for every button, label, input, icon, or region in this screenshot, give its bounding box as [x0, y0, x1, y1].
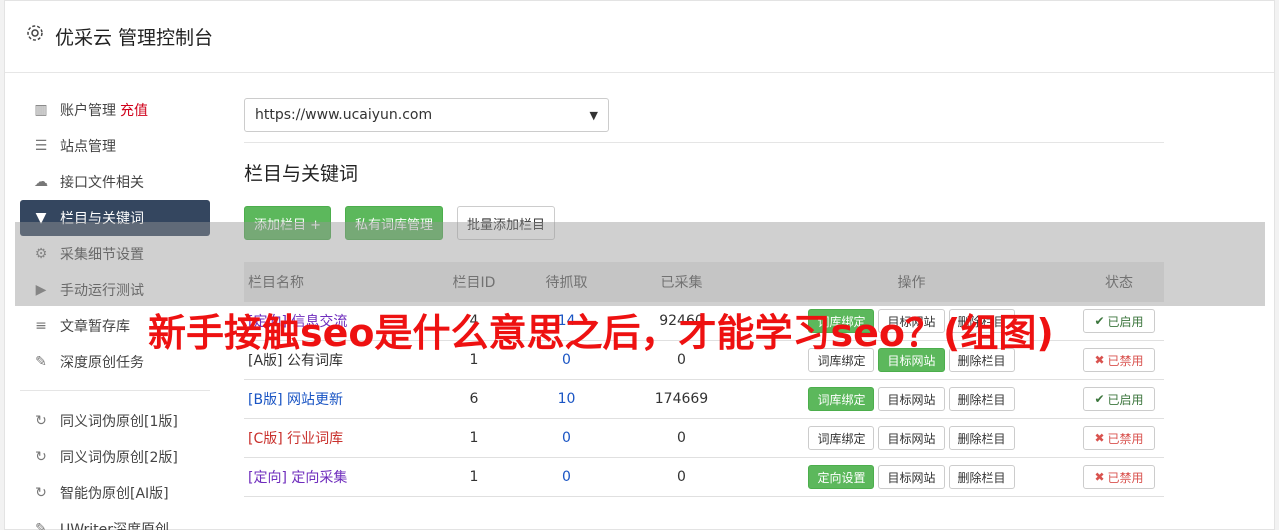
overlay-headline: 新手接触seo是什么意思之后，才能学习seo？(组图) [148, 311, 1054, 355]
sidebar-item-label: 深度原创任务 [60, 355, 144, 371]
page-title: 栏目与关键词 [244, 163, 359, 185]
status-toggle[interactable]: ✔ 已启用 [1083, 309, 1155, 333]
sidebar-item-synonym-v1[interactable]: ↻ 同义词伪原创[1版] [20, 403, 210, 439]
target-site-button[interactable]: 目标网站 [878, 387, 945, 411]
server-icon: ☰ [34, 138, 48, 154]
targeting-settings-button[interactable]: 定向设置 [808, 465, 875, 489]
sidebar-item-label: 接口文件相关 [60, 175, 144, 191]
table-row: [B版] 网站更新 6 10 174669 词库绑定 目标网站 删除栏目 ✔ 已启… [244, 380, 1164, 419]
bar-chart-icon: ▥ [34, 102, 48, 118]
sidebar-item-interface[interactable]: ☁ 接口文件相关 [20, 164, 210, 200]
edit-icon: ✎ [35, 354, 47, 370]
status-label: 已禁用 [1107, 470, 1144, 485]
target-site-button[interactable]: 目标网站 [878, 426, 945, 450]
status-toggle[interactable]: ✖ 已禁用 [1083, 348, 1155, 372]
refresh-icon: ↻ [35, 485, 47, 501]
divider [244, 142, 1164, 143]
sidebar-item-uwriter[interactable]: ✎ UWriter深度原创 [20, 511, 210, 530]
close-icon: ✖ [1094, 353, 1105, 367]
column-id: 6 [469, 391, 479, 407]
sidebar-item-label: 同义词伪原创[1版] [60, 414, 178, 430]
sidebar-item-label: 站点管理 [60, 139, 116, 155]
pending-count[interactable]: 10 [519, 391, 614, 407]
sidebar-item-synonym-v2[interactable]: ↻ 同义词伪原创[2版] [20, 439, 210, 475]
sidebar-item-label: 智能伪原创[AI版] [60, 486, 169, 502]
top-bar: 优采云 管理控制台 [5, 1, 1274, 73]
sidebar-item-ai-rewrite[interactable]: ↻ 智能伪原创[AI版] [20, 475, 210, 511]
sidebar-item-sites[interactable]: ☰ 站点管理 [20, 128, 210, 164]
database-icon: ≡ [35, 318, 47, 334]
site-select-value: https://www.ucaiyun.com [255, 107, 433, 123]
status-cell: ✔ 已启用 [1074, 309, 1164, 333]
check-icon: ✔ [1094, 392, 1105, 406]
table-row: [定向] 定向采集 1 0 0 定向设置 目标网站 删除栏目 ✖ 已禁用 [244, 458, 1164, 497]
delete-column-button[interactable]: 删除栏目 [948, 426, 1015, 450]
sidebar-divider [20, 390, 210, 391]
delete-column-button[interactable]: 删除栏目 [948, 387, 1015, 411]
status-cell: ✖ 已禁用 [1074, 465, 1164, 489]
row-actions: 词库绑定 目标网站 删除栏目 [749, 426, 1074, 450]
close-icon: ✖ [1094, 470, 1105, 484]
collected-count: 0 [677, 469, 686, 485]
target-site-button[interactable]: 目标网站 [878, 465, 945, 489]
pending-count[interactable]: 0 [519, 430, 614, 446]
status-cell: ✖ 已禁用 [1074, 348, 1164, 372]
overlay-band [15, 222, 1265, 306]
refresh-icon: ↻ [35, 449, 47, 465]
cloud-upload-icon: ☁ [34, 174, 48, 190]
edit-icon: ✎ [35, 521, 47, 530]
column-id: 1 [469, 469, 479, 485]
refresh-icon: ↻ [35, 413, 47, 429]
collected-count: 0 [677, 430, 686, 446]
recharge-link[interactable]: 充值 [120, 100, 148, 120]
bind-dictionary-button[interactable]: 词库绑定 [808, 387, 875, 411]
app-title: 优采云 管理控制台 [55, 27, 214, 49]
sidebar-item-account[interactable]: ▥ 账户管理 充值 [20, 92, 210, 128]
column-name-link[interactable]: [定向] 定向采集 [244, 467, 429, 487]
column-id: 1 [469, 430, 479, 446]
sidebar-item-label: 文章暂存库 [60, 319, 130, 335]
sidebar-item-label: 账户管理 [60, 103, 116, 119]
status-label: 已禁用 [1107, 353, 1144, 368]
row-actions: 定向设置 目标网站 删除栏目 [749, 465, 1074, 489]
sidebar-item-label: 同义词伪原创[2版] [60, 450, 178, 466]
bind-dictionary-button[interactable]: 词库绑定 [808, 426, 875, 450]
column-name-link[interactable]: [C版] 行业词库 [244, 428, 429, 448]
status-toggle[interactable]: ✖ 已禁用 [1083, 465, 1155, 489]
gear-icon [27, 25, 43, 41]
chevron-down-icon: ▼ [589, 108, 598, 122]
status-label: 已启用 [1107, 392, 1144, 407]
pending-count[interactable]: 0 [519, 469, 614, 485]
status-cell: ✔ 已启用 [1074, 387, 1164, 411]
check-icon: ✔ [1094, 314, 1105, 328]
status-label: 已启用 [1107, 314, 1144, 329]
column-name-link[interactable]: [B版] 网站更新 [244, 389, 429, 409]
table-row: [C版] 行业词库 1 0 0 词库绑定 目标网站 删除栏目 ✖ 已禁用 [244, 419, 1164, 458]
delete-column-button[interactable]: 删除栏目 [948, 465, 1015, 489]
site-select[interactable]: https://www.ucaiyun.com ▼ [244, 98, 609, 132]
sidebar-item-label: UWriter深度原创 [60, 522, 169, 530]
status-cell: ✖ 已禁用 [1074, 426, 1164, 450]
status-toggle[interactable]: ✔ 已启用 [1083, 387, 1155, 411]
close-icon: ✖ [1094, 431, 1105, 445]
collected-count: 174669 [654, 391, 709, 407]
status-toggle[interactable]: ✖ 已禁用 [1083, 426, 1155, 450]
row-actions: 词库绑定 目标网站 删除栏目 [749, 387, 1074, 411]
status-label: 已禁用 [1107, 431, 1144, 446]
